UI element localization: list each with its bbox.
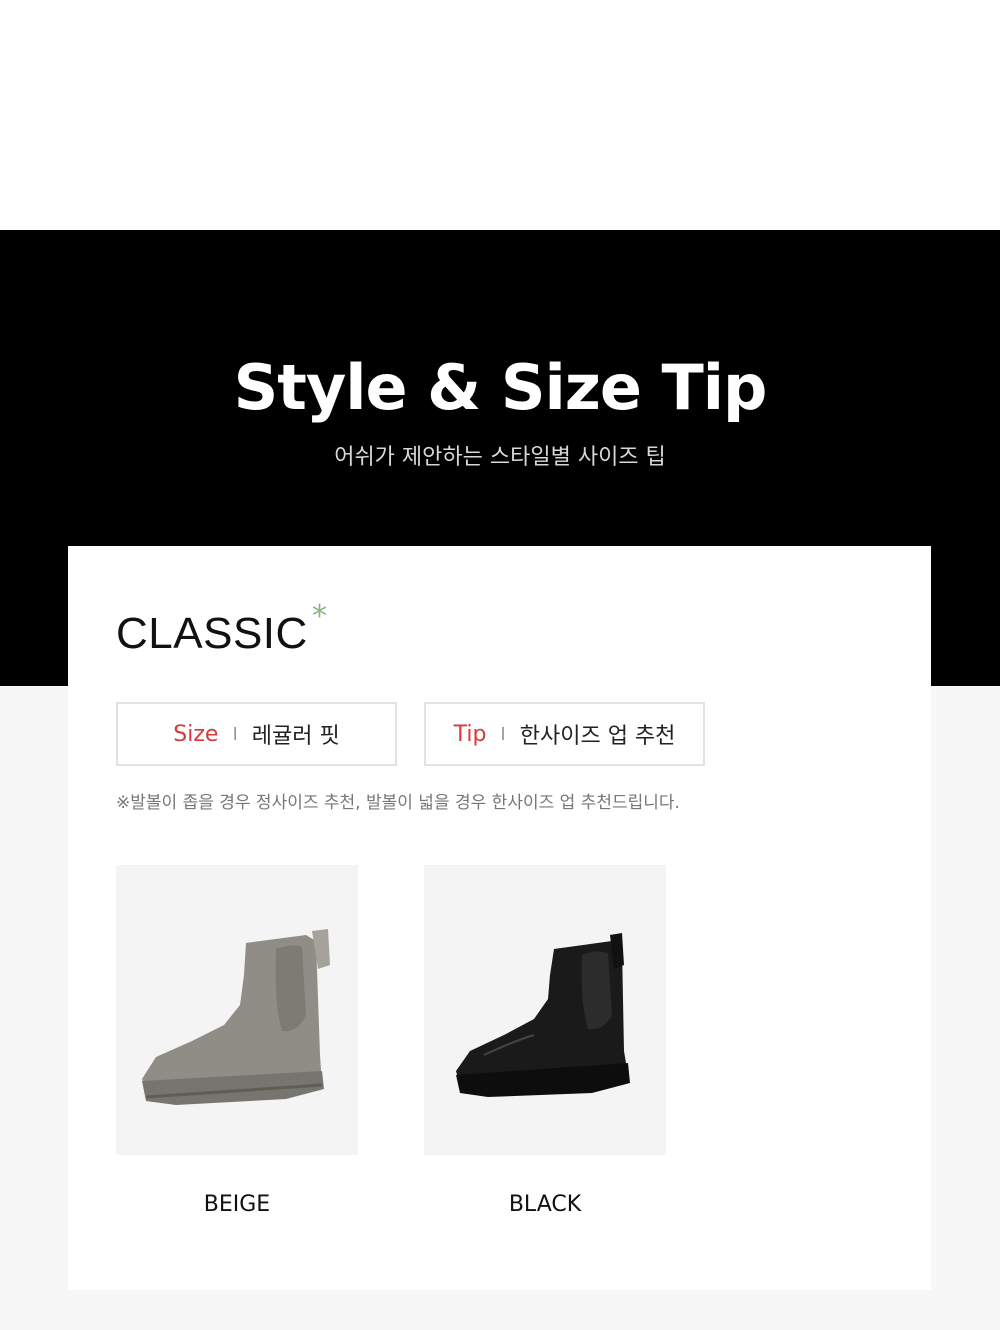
- product-image-black[interactable]: [424, 865, 666, 1155]
- product-label-black: BLACK: [508, 1192, 582, 1217]
- product-label-beige: BEIGE: [203, 1192, 271, 1217]
- tip-label: Tip: [453, 721, 487, 747]
- tip-value: 한사이즈 업 추천: [519, 724, 676, 749]
- size-label: Size: [173, 721, 219, 747]
- black-chelsea-boot-icon: [456, 933, 630, 1097]
- size-box: Size I 레귤러 핏: [116, 702, 397, 766]
- tip-separator: I: [500, 723, 506, 745]
- size-value: 레귤러 핏: [251, 724, 340, 749]
- tip-box: Tip I 한사이즈 업 추천: [424, 702, 705, 766]
- size-separator: I: [232, 723, 238, 745]
- size-note: ※발볼이 좁을 경우 정사이즈 추천, 발볼이 넓을 경우 한사이즈 업 추천드…: [116, 793, 680, 813]
- style-card: CLASSIC * Size I 레귤러 핏 Tip I 한사이즈 업 추천 ※…: [68, 546, 931, 1290]
- product-image-beige[interactable]: [116, 865, 358, 1155]
- top-spacer: [0, 0, 1000, 230]
- asterisk-icon: *: [312, 599, 327, 634]
- section-heading: CLASSIC: [116, 609, 308, 658]
- beige-chelsea-boot-icon: [142, 929, 330, 1105]
- page-subtitle: 어쉬가 제안하는 스타일별 사이즈 팁: [334, 445, 666, 470]
- page-title: Style & Size Tip: [233, 351, 768, 424]
